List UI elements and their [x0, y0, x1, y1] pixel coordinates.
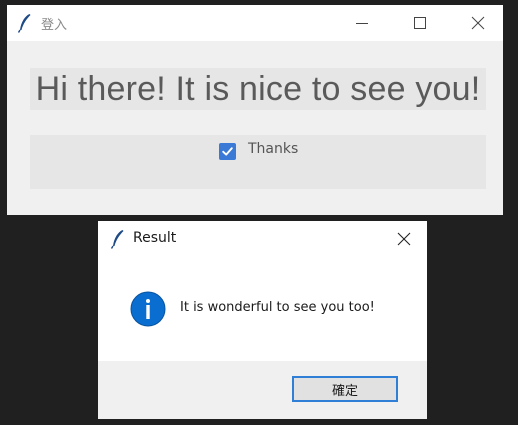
dialog-close-button[interactable]	[381, 221, 427, 257]
feather-icon	[110, 229, 126, 249]
close-icon	[397, 232, 411, 246]
minimize-button[interactable]	[339, 5, 385, 41]
ok-button-label: 確定	[331, 383, 358, 399]
dialog-footer: 確定	[98, 361, 427, 419]
result-dialog: Result It is wonderful to see you too! 確…	[98, 221, 427, 419]
window-title: 登入	[41, 18, 68, 33]
maximize-icon	[414, 17, 426, 29]
close-button[interactable]	[455, 5, 501, 41]
dialog-title: Result	[133, 230, 177, 246]
greeting-label: Hi there! It is nice to see you!	[30, 68, 486, 110]
dialog-message: It is wonderful to see you too!	[180, 300, 375, 315]
feather-icon	[17, 13, 33, 33]
checkbox-label[interactable]: Thanks	[248, 141, 298, 157]
info-icon	[130, 291, 166, 327]
ok-button[interactable]: 確定	[292, 376, 398, 402]
thanks-checkbox[interactable]	[219, 143, 236, 160]
maximize-button[interactable]	[397, 5, 443, 41]
greeting-text: Hi there! It is nice to see you!	[35, 69, 481, 108]
checkbox-frame: Thanks	[30, 135, 486, 189]
dialog-title-bar[interactable]: Result	[98, 221, 427, 257]
checkmark-icon	[222, 147, 233, 156]
close-icon	[471, 16, 485, 30]
minimize-icon	[356, 23, 368, 24]
main-window: 登入 Hi there! It is nice to see you! Than…	[7, 5, 503, 215]
title-bar[interactable]: 登入	[7, 5, 503, 41]
